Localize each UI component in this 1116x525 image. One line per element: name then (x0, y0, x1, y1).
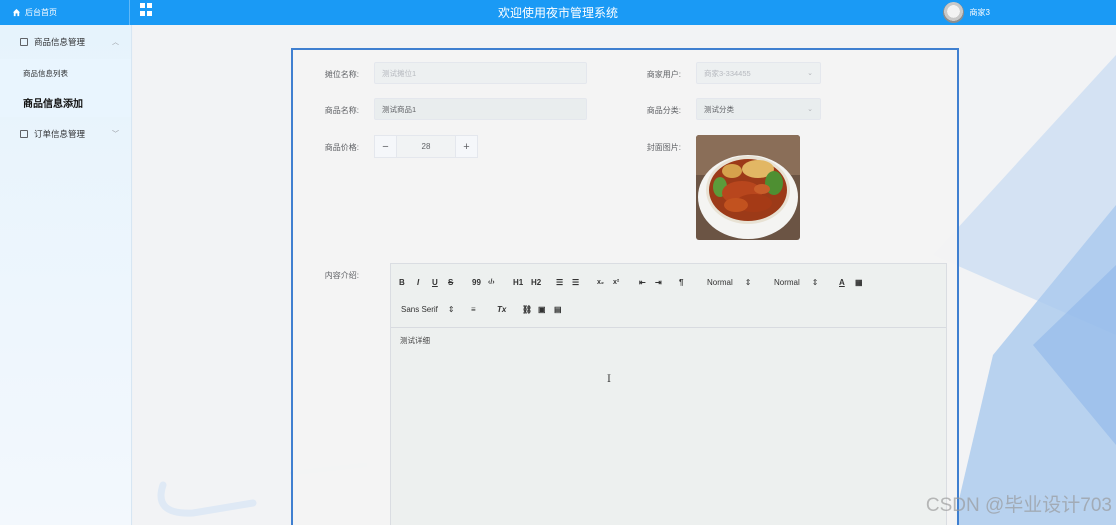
editor-text: 测试详细 (400, 336, 430, 345)
sidebar-group-product[interactable]: 商品信息管理 ︿ (0, 25, 131, 59)
avatar[interactable] (942, 2, 964, 23)
outdent-icon[interactable]: ⇤ (639, 276, 646, 288)
product-category-label: 商品分类: (646, 106, 681, 115)
sidebar: 商品信息管理 ︿ 商品信息列表 商品信息添加 订单信息管理 ﹀ (0, 25, 132, 525)
sidebar-item-product-list[interactable]: 商品信息列表 (0, 59, 131, 88)
link-icon[interactable]: ⛓ (522, 303, 532, 315)
chevron-down-icon: ⌄ (807, 70, 813, 77)
font-select-value: Sans Serif (401, 304, 438, 314)
main-content: 摊位名称: 测试摊位1 商家用户: 商家3-334455 ⌄ 商品名称: 测试商… (133, 25, 1116, 525)
product-submenu: 商品信息列表 商品信息添加 (0, 59, 131, 117)
align-icon[interactable]: ≡ (471, 303, 476, 315)
product-category-value: 测试分类 (704, 104, 734, 114)
sidebar-item-product-add[interactable]: 商品信息添加 (0, 88, 131, 117)
user-menu[interactable]: 商家3 (942, 0, 990, 25)
product-form-card: 摊位名称: 测试摊位1 商家用户: 商家3-334455 ⌄ 商品名称: 测试商… (291, 48, 959, 525)
price-value[interactable]: 28 (397, 136, 455, 157)
italic-button[interactable]: I (417, 276, 419, 288)
product-category-select[interactable]: 测试分类 ⌄ (696, 98, 821, 120)
header-select[interactable]: Normal ⇕ (707, 276, 751, 288)
bullet-list-icon[interactable]: ☰ (572, 276, 579, 288)
sidebar-group-order[interactable]: 订单信息管理 ﹀ (0, 117, 131, 151)
price-stepper[interactable]: − 28 + (374, 135, 478, 158)
font-select[interactable]: Sans Serif ⇕ (401, 303, 455, 315)
cover-image-label: 封面图片: (646, 143, 681, 152)
watermark: CSDN @毕业设计703 (925, 495, 1112, 516)
ordered-list-icon[interactable]: ☰ (556, 276, 563, 288)
strike-button[interactable]: S (448, 276, 453, 288)
rich-text-editor: B I U S 99 ‹/› H1 H2 ☰ ☰ x₂ x² ⇤ ⇥ ¶ Nor… (390, 263, 947, 525)
document-icon (20, 38, 28, 46)
editor-toolbar: B I U S 99 ‹/› H1 H2 ☰ ☰ x₂ x² ⇤ ⇥ ¶ Nor… (391, 264, 946, 328)
indent-icon[interactable]: ⇥ (655, 276, 662, 288)
select-caret-icon: ⇕ (447, 304, 455, 314)
stall-name-label: 摊位名称: (324, 70, 359, 79)
product-name-label: 商品名称: (324, 106, 359, 115)
underline-button[interactable]: U (432, 276, 438, 288)
header-1-button[interactable]: H1 (513, 276, 523, 288)
product-price-label: 商品价格: (324, 143, 359, 152)
sidebar-group-label: 订单信息管理 (34, 129, 86, 139)
bold-button[interactable]: B (399, 276, 405, 288)
top-navbar: 后台首页 欢迎使用夜市管理系统 商家3 (0, 0, 1116, 25)
header-select-value: Normal (707, 277, 733, 287)
text-color-icon[interactable]: A (839, 276, 845, 288)
select-caret-icon: ⇕ (811, 277, 819, 287)
video-icon[interactable]: ▤ (554, 303, 562, 315)
stall-name-field[interactable]: 测试摊位1 (374, 62, 587, 84)
cover-image-upload[interactable] (696, 135, 800, 240)
chevron-up-icon: ︿ (112, 39, 119, 46)
background-color-icon[interactable]: ▦ (855, 276, 863, 288)
food-bowl-image (696, 135, 800, 240)
document-icon (20, 130, 28, 138)
merchant-user-select[interactable]: 商家3-334455 ⌄ (696, 62, 821, 84)
superscript-button[interactable]: x² (613, 276, 619, 288)
size-select[interactable]: Normal ⇕ (774, 276, 818, 288)
clean-format-icon[interactable]: Tx (497, 303, 506, 315)
sidebar-group-label: 商品信息管理 (34, 37, 86, 47)
merchant-user-label: 商家用户: (646, 70, 681, 79)
editor-content[interactable]: 测试详细 (391, 328, 946, 353)
size-select-value: Normal (774, 277, 800, 287)
select-caret-icon: ⇕ (744, 277, 752, 287)
content-intro-label: 内容介绍: (324, 271, 359, 280)
increment-button[interactable]: + (455, 136, 477, 157)
decrement-button[interactable]: − (375, 136, 397, 157)
username: 商家3 (969, 8, 990, 17)
text-direction-icon[interactable]: ¶ (679, 276, 683, 288)
subscript-button[interactable]: x₂ (597, 276, 604, 288)
code-button[interactable]: ‹/› (488, 276, 495, 288)
blockquote-button[interactable]: 99 (472, 276, 481, 288)
merchant-user-value: 商家3-334455 (704, 68, 751, 78)
header-2-button[interactable]: H2 (531, 276, 541, 288)
image-icon[interactable]: ▣ (538, 303, 546, 315)
product-name-field[interactable]: 测试商品1 (374, 98, 587, 120)
text-cursor-icon: I (607, 374, 611, 385)
chevron-down-icon: ⌄ (807, 106, 813, 113)
chevron-down-icon: ﹀ (112, 131, 119, 138)
